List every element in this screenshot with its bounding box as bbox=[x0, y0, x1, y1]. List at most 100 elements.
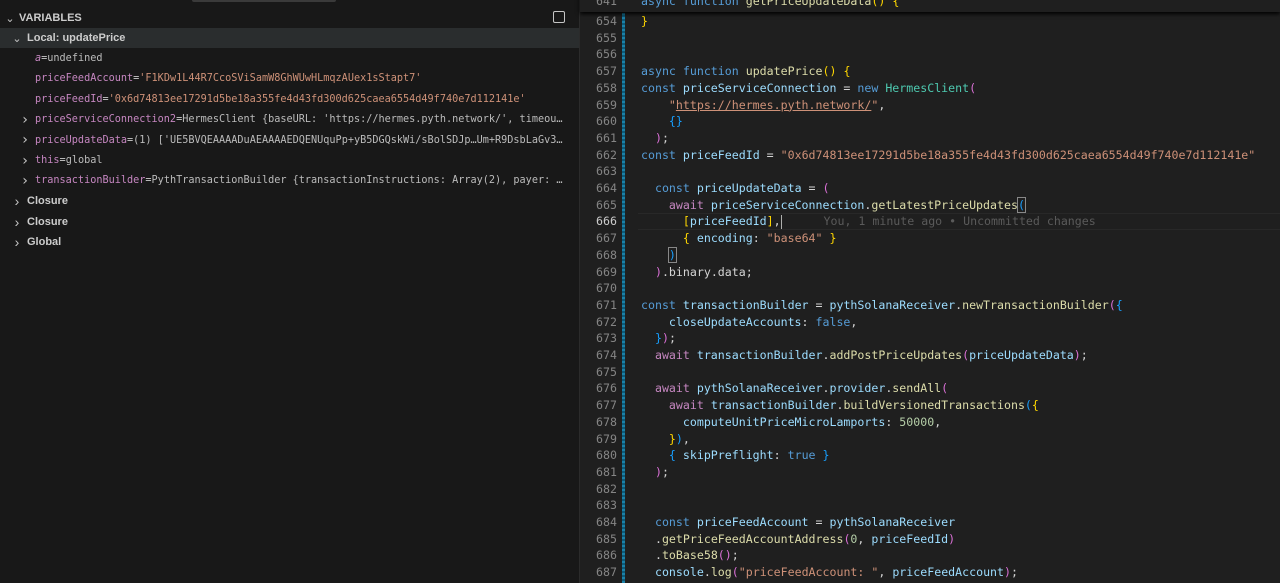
code-line[interactable]: 671 const transactionBuilder = pythSolana… bbox=[580, 297, 1280, 314]
variable-name: priceServiceConnection2 bbox=[35, 114, 177, 126]
line-code: .getPriceFeedAccountAddress(0, priceFeed… bbox=[641, 531, 955, 548]
code-line[interactable]: 665 await priceServiceConnection.getLate… bbox=[580, 196, 1280, 214]
chevron-right-icon[interactable]: › bbox=[19, 132, 31, 148]
variable-name: this bbox=[35, 155, 60, 166]
code-line[interactable]: 670 bbox=[580, 280, 1280, 297]
code-token: transactionBuilder bbox=[696, 348, 823, 362]
code-line[interactable]: 686 .toBase58(); bbox=[580, 547, 1280, 564]
code-token: priceUpdateData bbox=[969, 348, 1074, 362]
code-token: newTransactionBuilder bbox=[962, 297, 1109, 312]
line-number: 676 bbox=[596, 381, 617, 396]
code-token: 50000 bbox=[899, 414, 935, 429]
code-token: ) bbox=[1004, 565, 1011, 580]
code-token: [ bbox=[682, 214, 690, 229]
code-line[interactable]: 687 console.log("priceFeedAccount: ", pr… bbox=[580, 564, 1280, 581]
variables-header[interactable]: ⌄ VARIABLES bbox=[0, 8, 579, 28]
code-token: encoding bbox=[689, 231, 753, 246]
code-token: = bbox=[808, 297, 830, 312]
code-line[interactable]: 683 bbox=[580, 497, 1280, 514]
code-line[interactable]: 677 await transactionBuilder.buildVersio… bbox=[580, 397, 1280, 414]
variable-row[interactable]: priceFeedAccount = 'F1KDw1L44R7CcoSViSam… bbox=[0, 69, 579, 89]
code-line[interactable]: 654} bbox=[580, 13, 1280, 30]
code-token: pythSolanaReceiver bbox=[829, 515, 956, 529]
line-code: await transactionBuilder.buildVersionedT… bbox=[641, 397, 1039, 414]
variable-row[interactable]: › transactionBuilder = PythTransactionBui… bbox=[0, 171, 579, 191]
line-number: 684 bbox=[596, 515, 617, 529]
drag-handle[interactable] bbox=[192, 0, 336, 2]
code-line[interactable]: 662 const priceFeedId = "0x6d74813ee17291… bbox=[580, 147, 1280, 164]
code-token: ) bbox=[654, 130, 662, 145]
code-line[interactable]: 666 [priceFeedId], You, 1 minute ago • U… bbox=[580, 213, 1280, 230]
line-number: 687 bbox=[596, 565, 617, 580]
sticky-scroll-line[interactable]: 641 async function getPriceUpdateData() { bbox=[580, 0, 1280, 10]
chevron-right-icon[interactable]: › bbox=[19, 173, 31, 189]
code-line[interactable]: 673 }); bbox=[580, 330, 1280, 347]
code-line[interactable]: 682 bbox=[580, 481, 1280, 498]
line-code: }); bbox=[641, 330, 676, 347]
code-token: : bbox=[885, 414, 900, 429]
scope-global[interactable]: › Global bbox=[0, 232, 579, 252]
code-token: console bbox=[641, 565, 704, 580]
code-token: closeUpdateAccounts bbox=[641, 314, 802, 329]
code-line[interactable]: 656 bbox=[580, 46, 1280, 63]
code-token: ; bbox=[731, 548, 739, 563]
variable-row[interactable]: › priceUpdateData = (1) ['UE5BVQEAAAADuAE… bbox=[0, 130, 579, 150]
code-token: getPriceFeedAccountAddress bbox=[661, 531, 844, 546]
variable-name: transactionBuilder bbox=[35, 175, 146, 187]
scope-label: Local: updatePrice bbox=[27, 32, 126, 44]
code-line[interactable]: 680 { skipPreflight: true } bbox=[580, 447, 1280, 464]
code-line[interactable]: 672 closeUpdateAccounts: false, bbox=[580, 314, 1280, 331]
variable-row[interactable]: › this = global bbox=[0, 151, 579, 171]
code-token: ( bbox=[941, 381, 949, 396]
code-line[interactable]: 674 await transactionBuilder.addPostPric… bbox=[580, 347, 1280, 364]
code-token: log bbox=[710, 565, 732, 580]
code-line[interactable]: 684 const priceFeedAccount = pythSolanaR… bbox=[580, 514, 1280, 531]
code-line[interactable]: 655 bbox=[580, 30, 1280, 47]
variable-row[interactable]: priceFeedId = '0x6d74813ee17291d5be18a35… bbox=[0, 89, 579, 109]
line-number: 675 bbox=[596, 364, 617, 379]
scope-local[interactable]: ⌄ Local: updatePrice bbox=[0, 28, 579, 48]
line-code: async function updatePrice() { bbox=[641, 63, 850, 80]
line-number: 657 bbox=[596, 64, 617, 79]
code-line[interactable]: 678 computeUnitPriceMicroLamports: 50000… bbox=[580, 414, 1280, 431]
code-line[interactable]: 681 ); bbox=[580, 464, 1280, 481]
scope-closure[interactable]: › Closure bbox=[0, 212, 579, 232]
chevron-right-icon[interactable]: › bbox=[19, 153, 31, 169]
code-token: toBase58 bbox=[661, 548, 718, 563]
code-line[interactable]: 663 bbox=[580, 163, 1280, 180]
scope-closure[interactable]: › Closure bbox=[0, 191, 579, 211]
code-token: } bbox=[641, 14, 648, 28]
code-line[interactable]: 659 "https://hermes.pyth.network/", bbox=[580, 97, 1280, 114]
sticky-scroll-header[interactable]: 641 async function getPriceUpdateData() { bbox=[580, 0, 1280, 12]
code-token: sendAll bbox=[892, 381, 942, 396]
code-line[interactable]: 676 await pythSolanaReceiver.provider.se… bbox=[580, 380, 1280, 397]
variable-row[interactable]: › priceServiceConnection2 = HermesClient … bbox=[0, 110, 579, 130]
code-line[interactable]: 675 bbox=[580, 364, 1280, 381]
line-number: 678 bbox=[596, 414, 617, 429]
code-line[interactable]: 658 const priceServiceConnection = new He… bbox=[580, 80, 1280, 97]
code-line[interactable]: 664 const priceUpdateData = ( bbox=[580, 180, 1280, 197]
code-token: , bbox=[850, 314, 858, 329]
variable-row[interactable]: a = undefined bbox=[0, 49, 579, 69]
code-line[interactable]: 668 ) bbox=[580, 246, 1280, 264]
code-line[interactable]: 685 .getPriceFeedAccountAddress(0, price… bbox=[580, 531, 1280, 548]
code-token: const bbox=[641, 515, 697, 529]
code-line[interactable]: 657 async function updatePrice() { bbox=[580, 63, 1280, 80]
code-line[interactable]: 661 ); bbox=[580, 130, 1280, 147]
line-code: const priceFeedAccount = pythSolanaRecei… bbox=[641, 514, 955, 531]
chevron-right-icon[interactable]: › bbox=[19, 112, 31, 128]
code-token: , bbox=[682, 431, 690, 446]
line-number: 673 bbox=[596, 331, 617, 346]
code-line[interactable]: 660 {} bbox=[580, 113, 1280, 130]
line-number: 662 bbox=[596, 147, 617, 162]
line-number: 664 bbox=[596, 181, 617, 195]
code-line[interactable]: 669 ).binary.data; bbox=[580, 264, 1280, 281]
collapse-all-icon[interactable] bbox=[553, 11, 565, 23]
code-editor[interactable]: 641 async function getPriceUpdateData() {… bbox=[580, 0, 1280, 583]
chevron-right-icon: › bbox=[14, 193, 20, 210]
code-line[interactable]: 667 { encoding: "base64" } bbox=[580, 230, 1280, 247]
code-line[interactable]: 679 }), bbox=[580, 431, 1280, 448]
chevron-down-icon: ⌄ bbox=[12, 32, 22, 45]
